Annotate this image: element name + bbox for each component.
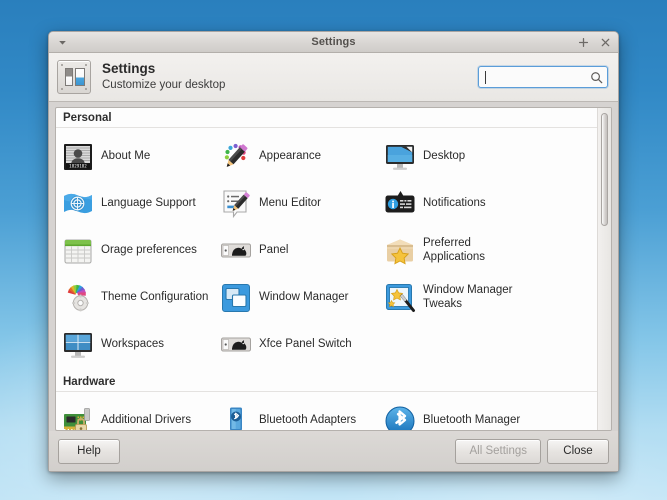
xfce-panel-switch-icon (220, 329, 252, 361)
settings-item-label: Desktop (423, 150, 465, 164)
search-icon[interactable] (590, 71, 603, 84)
settings-item-preferred-applications[interactable]: Preferred Applications (384, 227, 597, 274)
all-settings-button[interactable]: All Settings (455, 439, 541, 464)
bluetooth-manager-icon (384, 405, 416, 431)
settings-item-appearance[interactable]: Appearance (220, 133, 384, 180)
orage-calendar-icon (62, 235, 94, 267)
settings-item-label: Panel (259, 244, 288, 258)
settings-item-about-me[interactable]: 1829182 About Me (62, 133, 220, 180)
settings-item-label: Preferred Applications (423, 237, 535, 264)
notifications-icon (384, 188, 416, 220)
settings-item-label: Notifications (423, 197, 486, 211)
window-titlebar[interactable]: Settings (49, 32, 618, 53)
settings-item-empty (384, 321, 597, 368)
section-header-hardware: Hardware (56, 372, 597, 392)
settings-item-label: Window Manager Tweaks (423, 284, 535, 311)
theme-configuration-icon (62, 282, 94, 314)
settings-item-workspaces[interactable]: Workspaces (62, 321, 220, 368)
settings-item-bluetooth-manager[interactable]: Bluetooth Manager (384, 397, 597, 430)
chevron-down-icon[interactable] (55, 35, 69, 49)
close-button[interactable] (599, 36, 612, 49)
settings-item-label: Bluetooth Adapters (259, 414, 356, 428)
settings-item-label: Language Support (101, 197, 196, 211)
settings-item-language-support[interactable]: Language Support (62, 180, 220, 227)
language-support-icon (62, 188, 94, 220)
settings-item-window-manager[interactable]: Window Manager (220, 274, 384, 321)
window-footer: Help All Settings Close (49, 431, 618, 471)
maximize-button[interactable] (577, 36, 590, 49)
settings-header: Settings Customize your desktop (49, 53, 618, 102)
xfce-panel-icon (220, 235, 252, 267)
settings-content: Personal (55, 107, 612, 431)
search-box[interactable] (478, 66, 608, 88)
scroll-area[interactable]: Personal (56, 108, 597, 430)
appearance-icon (220, 141, 252, 173)
settings-item-label: Orage preferences (101, 244, 197, 258)
settings-item-panel[interactable]: Panel (220, 227, 384, 274)
window-controls (577, 36, 612, 49)
settings-item-xfce-panel-switch[interactable]: Xfce Panel Switch (220, 321, 384, 368)
vertical-scrollbar[interactable] (597, 108, 611, 430)
section-grid-personal: 1829182 About Me (56, 129, 597, 372)
workspaces-icon (62, 329, 94, 361)
desktop-icon (384, 141, 416, 173)
settings-item-label: Bluetooth Manager (423, 414, 520, 428)
close-dialog-button[interactable]: Close (547, 439, 609, 464)
settings-item-desktop[interactable]: Desktop (384, 133, 597, 180)
page-title: Settings (102, 61, 225, 78)
settings-item-label: About Me (101, 150, 150, 164)
settings-item-label: Additional Drivers (101, 414, 191, 428)
scrollbar-thumb[interactable] (601, 113, 608, 226)
settings-item-label: Workspaces (101, 338, 164, 352)
settings-item-label: Theme Configuration (101, 291, 208, 305)
settings-item-label: Menu Editor (259, 197, 321, 211)
menu-editor-icon (220, 188, 252, 220)
settings-item-window-manager-tweaks[interactable]: Window Manager Tweaks (384, 274, 597, 321)
window-title: Settings (49, 36, 618, 48)
settings-item-additional-drivers[interactable]: Additional Drivers (62, 397, 220, 430)
settings-item-orage-preferences[interactable]: Orage preferences (62, 227, 220, 274)
additional-drivers-icon (62, 405, 94, 431)
settings-item-label: Window Manager (259, 291, 348, 305)
search-input[interactable] (486, 67, 590, 87)
settings-item-bluetooth-adapters[interactable]: Bluetooth Adapters (220, 397, 384, 430)
section-grid-hardware: Additional Drivers (56, 393, 597, 430)
page-subtitle: Customize your desktop (102, 78, 225, 93)
settings-item-theme-configuration[interactable]: Theme Configuration (62, 274, 220, 321)
bluetooth-adapters-icon (220, 405, 252, 431)
about-me-icon: 1829182 (62, 141, 94, 173)
settings-window: Settings Settings Customize your desktop (48, 31, 619, 472)
window-manager-tweaks-icon (384, 282, 416, 314)
settings-item-label: Appearance (259, 150, 321, 164)
section-header-personal: Personal (56, 108, 597, 128)
settings-item-label: Xfce Panel Switch (259, 338, 352, 352)
header-text: Settings Customize your desktop (102, 61, 225, 93)
settings-item-notifications[interactable]: Notifications (384, 180, 597, 227)
help-button[interactable]: Help (58, 439, 120, 464)
settings-item-menu-editor[interactable]: Menu Editor (220, 180, 384, 227)
settings-panes-icon (57, 60, 91, 94)
preferred-applications-icon (384, 235, 416, 267)
window-manager-icon (220, 282, 252, 314)
about-me-badge-text: 1829182 (69, 163, 87, 168)
